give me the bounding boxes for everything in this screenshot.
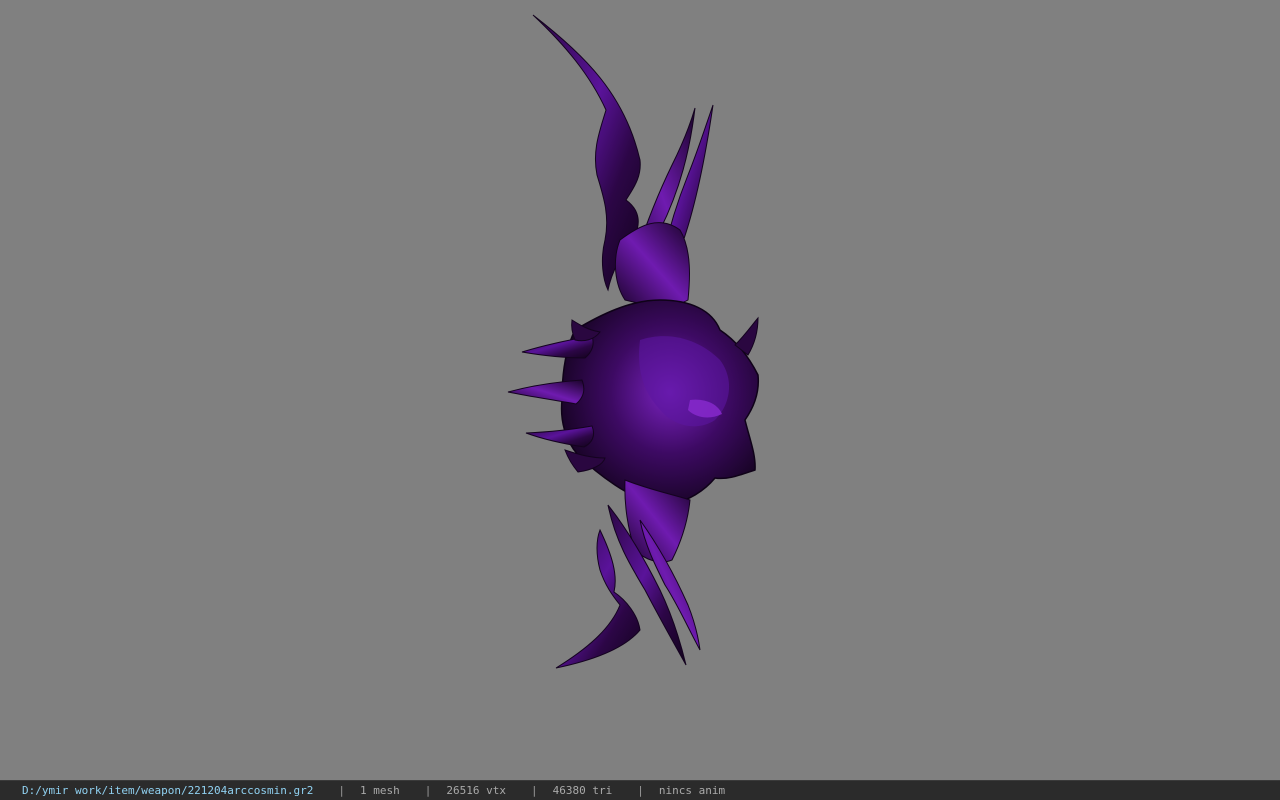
weapon-model[interactable] [0,0,1280,780]
mesh-count: 1 mesh [360,784,400,797]
separator: | [424,784,432,797]
vertex-count: 26516 vtx [446,784,507,797]
triangle-count: 46380 tri [552,784,613,797]
spike-3 [525,425,595,448]
separator: | [338,784,346,797]
status-bar: D:/ymir work/item/weapon/221204arccosmin… [0,780,1280,800]
spike-2 [507,379,585,405]
separator: | [531,784,538,797]
3d-viewport[interactable] [0,0,1280,780]
upper-shaft [615,222,690,307]
file-path: D:/ymir work/item/weapon/221204arccosmin… [22,784,314,797]
animation-status: nincs anim [658,784,726,797]
separator: | [637,784,644,797]
